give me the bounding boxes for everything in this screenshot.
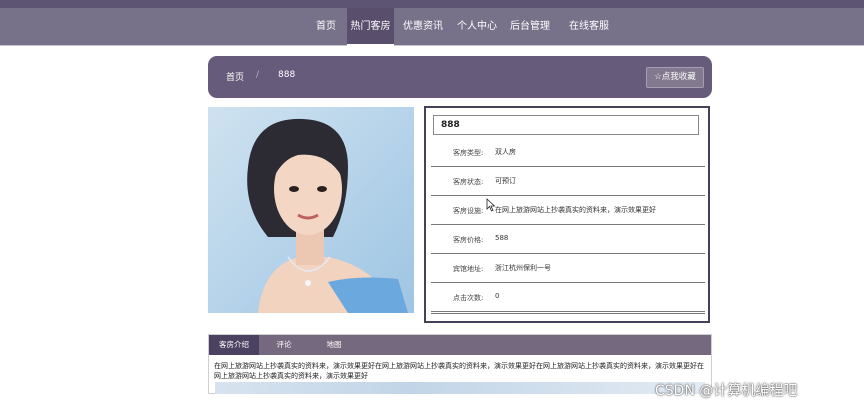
nav-item-home[interactable]: 首页 [307,8,345,45]
room-status-label: 客房状态: [453,178,484,186]
room-price-label: 客房价格: [453,236,484,244]
info-row-status: 客房状态: 可预订 [431,166,705,196]
info-row-clicks: 点击次数: 0 [431,282,705,312]
room-facilities-value: 在网上旅游网站上抄袭真实的资料来，演示效果更好 [495,206,656,214]
breadcrumb-current: 888 [278,70,296,80]
info-row-type: 客房类型: 双人房 [431,137,705,167]
room-photo [208,107,414,313]
nav-item-support[interactable]: 在线客服 [560,8,618,45]
main-nav: 首页 热门客房 优惠资讯 个人中心 后台管理 在线客服 [0,8,864,46]
portrait-image [208,107,414,313]
tab-comments[interactable]: 评论 [269,335,299,355]
room-type-label: 客房类型: [453,149,484,157]
room-type-value: 双人房 [495,148,516,156]
click-count-value: 0 [495,292,500,300]
room-price-value: 588 [495,234,509,242]
divider [431,313,705,314]
info-row-price: 客房价格: 588 [431,224,705,254]
info-row-address: 宾馆地址: 浙江杭州保利一号 [431,253,705,283]
room-facilities-label: 客房设施: [453,207,484,215]
tab-map[interactable]: 地图 [319,335,349,355]
click-count-label: 点击次数: [453,294,484,302]
hotel-address-label: 宾馆地址: [453,265,484,273]
detail-tabs: 客房介绍 评论 地图 在网上旅游网站上抄袭真实的资料来，演示效果更好在网上旅游网… [208,334,712,394]
nav-item-deals[interactable]: 优惠资讯 [399,8,447,45]
room-status-value: 可预订 [495,177,516,185]
nav-item-admin[interactable]: 后台管理 [506,8,554,45]
room-title: 888 [433,115,699,135]
breadcrumb-separator: / [256,70,260,80]
content-image [215,382,705,394]
room-info-panel: 888 客房类型: 双人房 客房状态: 可预订 客房设施: 在网上旅游网站上抄袭… [424,106,710,323]
nav-item-profile[interactable]: 个人中心 [453,8,501,45]
nav-item-hot-rooms[interactable]: 热门客房 [347,8,394,46]
tab-content-text: 在网上旅游网站上抄袭真实的资料来，演示效果更好在网上旅游网站上抄袭真实的资料来，… [214,362,704,380]
favorite-button[interactable]: ☆点我收藏 [646,67,704,88]
info-row-facilities: 客房设施: 在网上旅游网站上抄袭真实的资料来，演示效果更好 [431,195,705,225]
mouse-cursor-icon [486,198,496,212]
watermark: CSDN @计算机编程吧 [655,383,798,399]
breadcrumb-home[interactable]: 首页 [226,70,244,83]
tab-bar: 客房介绍 评论 地图 [209,335,711,355]
top-strip [0,0,864,8]
tab-room-intro[interactable]: 客房介绍 [209,335,259,355]
hotel-address-value: 浙江杭州保利一号 [495,264,551,272]
breadcrumb: 首页 / 888 [208,56,712,98]
